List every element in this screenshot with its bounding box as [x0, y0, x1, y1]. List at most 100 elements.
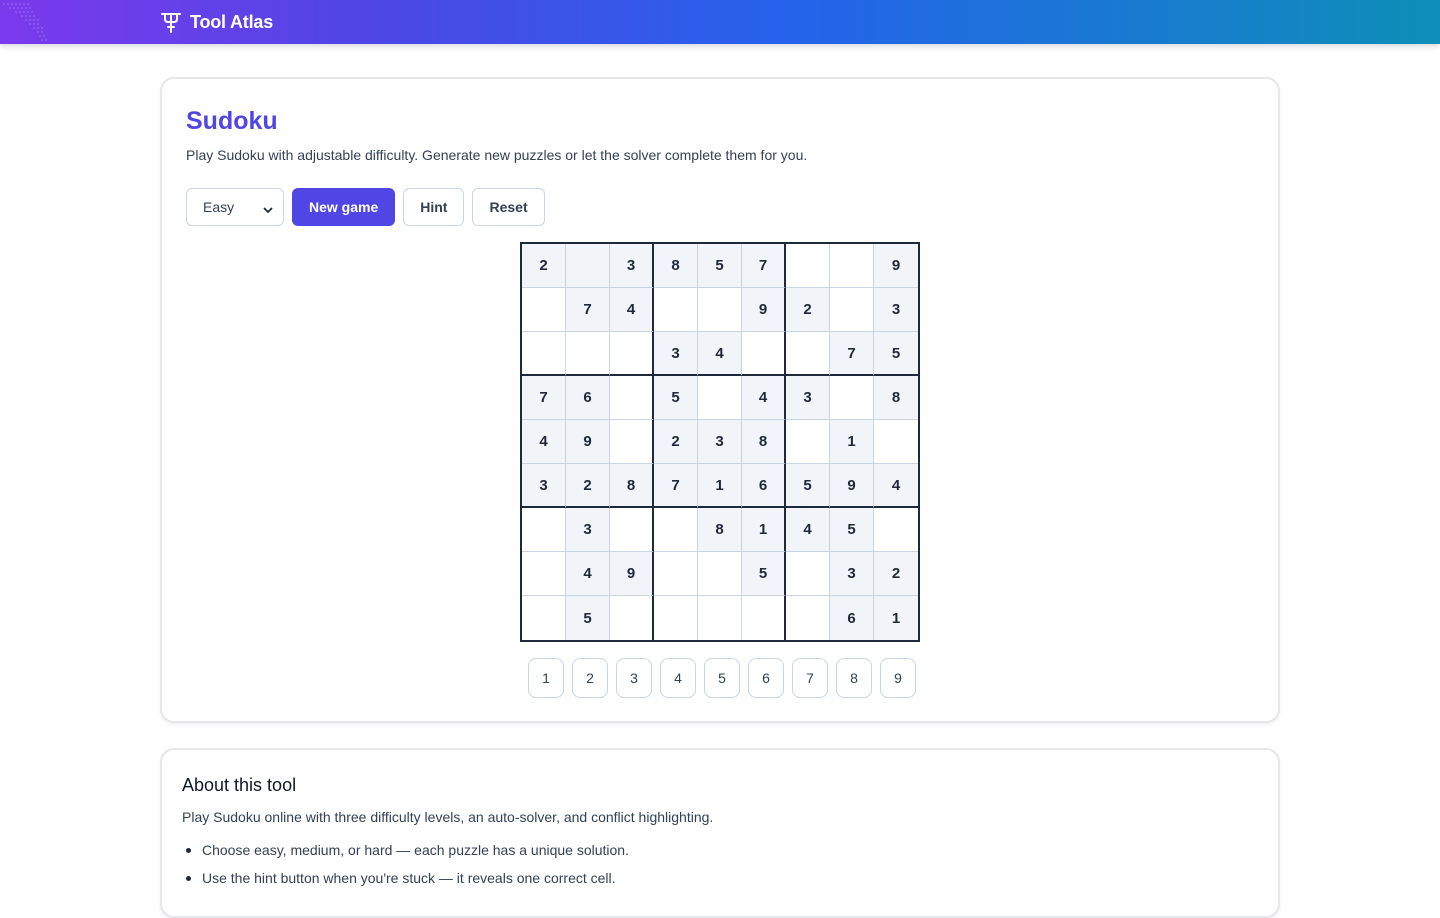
sudoku-cell-r9c2[interactable]: 5 — [566, 596, 610, 640]
sudoku-cell-r7c7[interactable]: 4 — [786, 508, 830, 552]
sudoku-cell-r9c3[interactable] — [610, 596, 654, 640]
brand-link[interactable]: Tool Atlas — [160, 9, 273, 35]
numpad-button-6[interactable]: 6 — [748, 658, 784, 698]
sudoku-cell-r1c7[interactable] — [786, 244, 830, 288]
sudoku-cell-r6c3[interactable]: 8 — [610, 464, 654, 508]
about-description: Play Sudoku online with three difficulty… — [182, 809, 714, 825]
numpad-button-8[interactable]: 8 — [836, 658, 872, 698]
sudoku-cell-r3c5[interactable]: 4 — [698, 332, 742, 376]
sudoku-cell-r5c7[interactable] — [786, 420, 830, 464]
numpad-button-4[interactable]: 4 — [660, 658, 696, 698]
sudoku-cell-r3c3[interactable] — [610, 332, 654, 376]
numpad-button-2[interactable]: 2 — [572, 658, 608, 698]
sudoku-cell-r8c6[interactable]: 5 — [742, 552, 786, 596]
sudoku-cell-r1c9[interactable]: 9 — [874, 244, 918, 288]
sudoku-cell-r6c2[interactable]: 2 — [566, 464, 610, 508]
sudoku-cell-r3c6[interactable] — [742, 332, 786, 376]
numpad-button-9[interactable]: 9 — [880, 658, 916, 698]
sudoku-cell-r8c3[interactable]: 9 — [610, 552, 654, 596]
about-feature-list: Choose easy, medium, or hard — each puzz… — [182, 836, 629, 892]
sudoku-cell-r1c4[interactable]: 8 — [654, 244, 698, 288]
sudoku-cell-r5c8[interactable]: 1 — [830, 420, 874, 464]
new-game-button[interactable]: New game — [292, 188, 396, 226]
sudoku-cell-r5c4[interactable]: 2 — [654, 420, 698, 464]
sudoku-cell-r4c5[interactable] — [698, 376, 742, 420]
sudoku-cell-r7c3[interactable] — [610, 508, 654, 552]
sudoku-cell-r4c9[interactable]: 8 — [874, 376, 918, 420]
sudoku-cell-r8c7[interactable] — [786, 552, 830, 596]
sudoku-cell-r2c4[interactable] — [654, 288, 698, 332]
sudoku-cell-r3c2[interactable] — [566, 332, 610, 376]
sudoku-cell-r9c1[interactable] — [522, 596, 566, 640]
sudoku-cell-r5c1[interactable]: 4 — [522, 420, 566, 464]
top-navbar: Tool Atlas — [0, 0, 1440, 44]
sudoku-cell-r5c5[interactable]: 3 — [698, 420, 742, 464]
sudoku-cell-r6c8[interactable]: 9 — [830, 464, 874, 508]
sudoku-cell-r3c7[interactable] — [786, 332, 830, 376]
sudoku-cell-r1c1[interactable]: 2 — [522, 244, 566, 288]
numpad-button-5[interactable]: 5 — [704, 658, 740, 698]
sudoku-cell-r2c1[interactable] — [522, 288, 566, 332]
sudoku-cell-r2c7[interactable]: 2 — [786, 288, 830, 332]
sudoku-cell-r5c9[interactable] — [874, 420, 918, 464]
numpad-button-1[interactable]: 1 — [528, 658, 564, 698]
reset-button[interactable]: Reset — [472, 188, 545, 226]
sudoku-cell-r2c3[interactable]: 4 — [610, 288, 654, 332]
sudoku-cell-r2c9[interactable]: 3 — [874, 288, 918, 332]
sudoku-cell-r4c6[interactable]: 4 — [742, 376, 786, 420]
sudoku-cell-r1c3[interactable]: 3 — [610, 244, 654, 288]
sudoku-cell-r6c4[interactable]: 7 — [654, 464, 698, 508]
sudoku-cell-r5c6[interactable]: 8 — [742, 420, 786, 464]
numpad-button-7[interactable]: 7 — [792, 658, 828, 698]
sudoku-cell-r4c8[interactable] — [830, 376, 874, 420]
sudoku-cell-r3c9[interactable]: 5 — [874, 332, 918, 376]
sudoku-cell-r7c4[interactable] — [654, 508, 698, 552]
sudoku-cell-r1c6[interactable]: 7 — [742, 244, 786, 288]
sudoku-cell-r8c2[interactable]: 4 — [566, 552, 610, 596]
sudoku-cell-r2c6[interactable]: 9 — [742, 288, 786, 332]
sudoku-cell-r2c2[interactable]: 7 — [566, 288, 610, 332]
sudoku-cell-r2c5[interactable] — [698, 288, 742, 332]
sudoku-cell-r8c8[interactable]: 3 — [830, 552, 874, 596]
sudoku-cell-r3c1[interactable] — [522, 332, 566, 376]
sudoku-cell-r4c2[interactable]: 6 — [566, 376, 610, 420]
sudoku-cell-r7c1[interactable] — [522, 508, 566, 552]
sudoku-cell-r9c9[interactable]: 1 — [874, 596, 918, 640]
sudoku-cell-r9c8[interactable]: 6 — [830, 596, 874, 640]
difficulty-select[interactable]: Easy — [186, 188, 284, 226]
sudoku-cell-r4c7[interactable]: 3 — [786, 376, 830, 420]
sudoku-cell-r1c8[interactable] — [830, 244, 874, 288]
sudoku-cell-r7c5[interactable]: 8 — [698, 508, 742, 552]
sudoku-cell-r8c1[interactable] — [522, 552, 566, 596]
sudoku-cell-r9c4[interactable] — [654, 596, 698, 640]
chevron-down-icon — [263, 202, 273, 213]
sudoku-cell-r7c2[interactable]: 3 — [566, 508, 610, 552]
sudoku-cell-r6c7[interactable]: 5 — [786, 464, 830, 508]
sudoku-cell-r7c8[interactable]: 5 — [830, 508, 874, 552]
sudoku-cell-r2c8[interactable] — [830, 288, 874, 332]
sudoku-cell-r1c2[interactable] — [566, 244, 610, 288]
sudoku-cell-r7c9[interactable] — [874, 508, 918, 552]
sudoku-cell-r8c5[interactable] — [698, 552, 742, 596]
sudoku-cell-r9c7[interactable] — [786, 596, 830, 640]
sudoku-cell-r6c5[interactable]: 1 — [698, 464, 742, 508]
sudoku-cell-r1c5[interactable]: 5 — [698, 244, 742, 288]
sudoku-cell-r9c5[interactable] — [698, 596, 742, 640]
sudoku-cell-r4c4[interactable]: 5 — [654, 376, 698, 420]
sudoku-cell-r8c4[interactable] — [654, 552, 698, 596]
page-title: Sudoku — [186, 107, 278, 135]
sudoku-cell-r4c1[interactable]: 7 — [522, 376, 566, 420]
sudoku-cell-r9c6[interactable] — [742, 596, 786, 640]
sudoku-cell-r3c4[interactable]: 3 — [654, 332, 698, 376]
sudoku-cell-r6c6[interactable]: 6 — [742, 464, 786, 508]
hint-button[interactable]: Hint — [403, 188, 465, 226]
numpad-button-3[interactable]: 3 — [616, 658, 652, 698]
sudoku-cell-r7c6[interactable]: 1 — [742, 508, 786, 552]
sudoku-cell-r6c1[interactable]: 3 — [522, 464, 566, 508]
sudoku-cell-r4c3[interactable] — [610, 376, 654, 420]
sudoku-cell-r5c2[interactable]: 9 — [566, 420, 610, 464]
sudoku-cell-r6c9[interactable]: 4 — [874, 464, 918, 508]
sudoku-cell-r5c3[interactable] — [610, 420, 654, 464]
sudoku-cell-r8c9[interactable]: 2 — [874, 552, 918, 596]
sudoku-cell-r3c8[interactable]: 7 — [830, 332, 874, 376]
